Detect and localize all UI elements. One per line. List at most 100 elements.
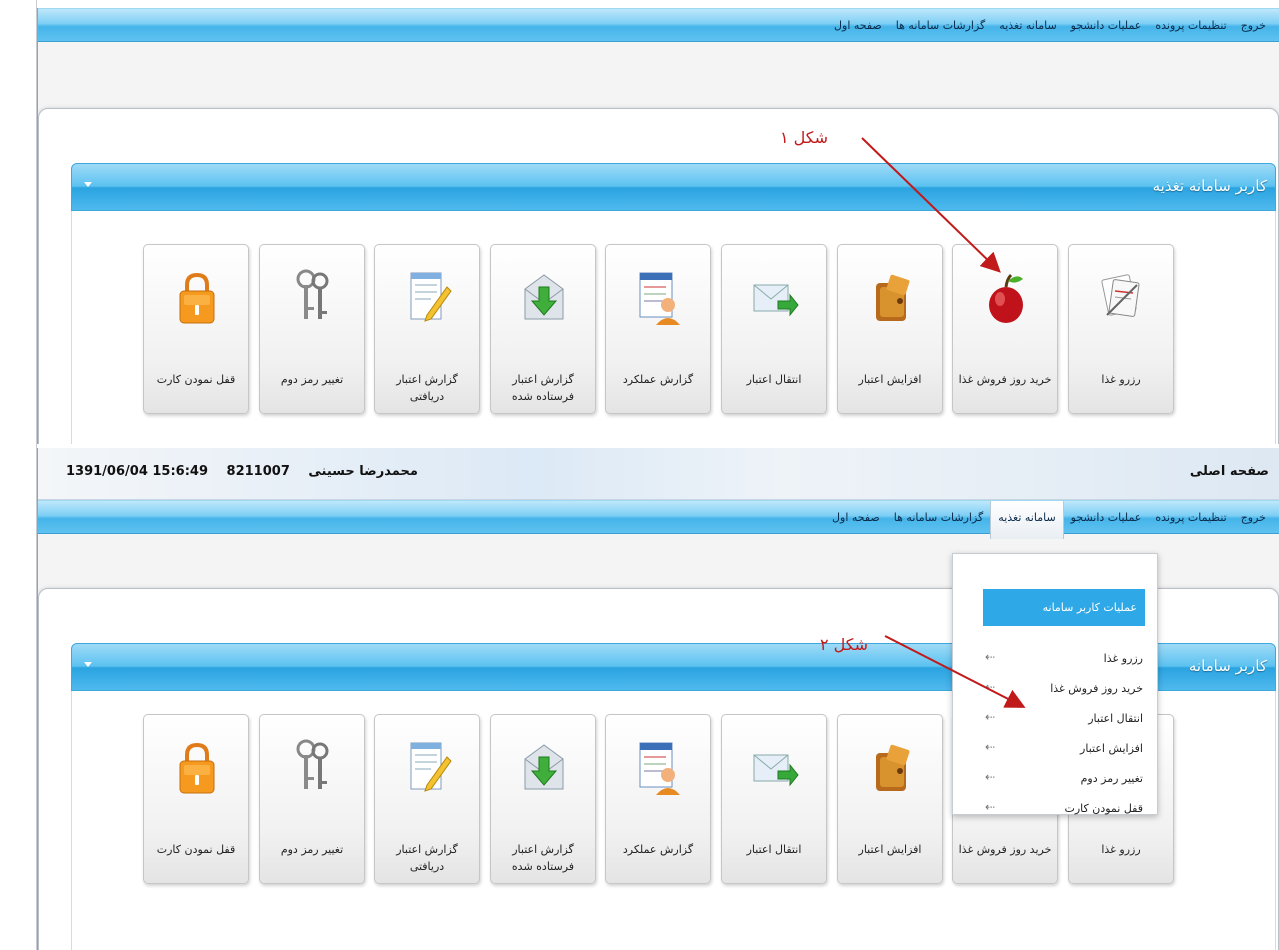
dropdown-header: عملیات کاربر سامانه: [983, 589, 1145, 626]
keys-icon: [288, 267, 338, 327]
menu-note-icon: [1097, 267, 1147, 327]
annotation-figure-2: شکل ۲: [820, 635, 869, 654]
apple-icon: [981, 267, 1031, 327]
tile-label: افزایش اعتبار: [858, 373, 922, 386]
window-frame: [0, 0, 37, 950]
keys-icon: [288, 737, 338, 797]
module-title: کاربر سامانه تغذیه: [1152, 177, 1267, 195]
tile-label: انتقال اعتبار: [746, 373, 802, 386]
dropdown-item-change-second-password[interactable]: ⇠ تغییر رمز دوم: [983, 764, 1151, 794]
nav-logout[interactable]: خروج: [1234, 9, 1273, 43]
tile-label: قفل نمودن کارت: [156, 373, 236, 386]
arrow-left-icon: ⇠: [985, 770, 996, 784]
dropdown-item-label: قفل نمودن کارت: [1064, 802, 1143, 815]
tile-mail-transfer[interactable]: انتقال اعتبار: [721, 714, 827, 884]
dropdown-item-label: افزایش اعتبار: [1080, 742, 1143, 755]
screenshot-figure-1: صفحه اول گزارشات سامانه ها سامانه تغذیه …: [37, 8, 1279, 444]
tile-envelope-download[interactable]: گزارش اعتبار فرستاده شده: [490, 244, 596, 414]
dropdown-item-increase-credit[interactable]: ⇠ افزایش اعتبار: [983, 734, 1151, 764]
tile-label: خرید روز فروش غذا: [958, 373, 1052, 386]
food-system-module: کاربر سامانه تغذیه رزرو غذا خرید روز فروش…: [71, 163, 1276, 444]
tile-keys[interactable]: تغییر رمز دوم: [259, 714, 365, 884]
tile-label: گزارش عملکرد: [622, 373, 694, 386]
arrow-left-icon: ⇠: [985, 710, 996, 724]
tile-apple[interactable]: خرید روز فروش غذا: [952, 244, 1058, 414]
tile-label: افزایش اعتبار: [858, 843, 922, 856]
tile-mail-transfer[interactable]: انتقال اعتبار: [721, 244, 827, 414]
module-body: رزرو غذا خرید روز فروش غذا افزایش اعتبار ان…: [71, 211, 1276, 444]
arrow-left-icon: ⇠: [985, 650, 996, 664]
dropdown-item-label: تغییر رمز دوم: [1080, 772, 1143, 785]
tile-label: انتقال اعتبار: [746, 843, 802, 856]
dropdown-item-lock-card[interactable]: ⇠ قفل نمودن کارت: [983, 794, 1151, 824]
nav-food-system[interactable]: سامانه تغذیه: [992, 9, 1063, 43]
tile-label: گزارش اعتبار دریافتی: [396, 843, 458, 873]
main-nav: صفحه اول گزارشات سامانه ها سامانه تغذیه …: [827, 9, 1273, 43]
dropdown-item-buy-same-day-food[interactable]: ⇠ خرید روز فروش غذا: [983, 674, 1151, 704]
user-name-text: محمدرضا حسینی: [308, 464, 418, 479]
user-info: 1391/06/04 15:6:49 8211007 محمدرضا حسینی: [66, 464, 432, 479]
tile-label: تغییر رمز دوم: [280, 373, 344, 386]
tile-lock[interactable]: قفل نمودن کارت: [143, 244, 249, 414]
nav-food-system[interactable]: سامانه تغذیه: [990, 501, 1064, 539]
dropdown-item-label: خرید روز فروش غذا: [1050, 682, 1143, 695]
user-id-text: 8211007: [226, 464, 290, 479]
collapse-icon[interactable]: [84, 662, 92, 667]
envelope-download-icon: [519, 267, 569, 327]
tile-wallet[interactable]: افزایش اعتبار: [837, 244, 943, 414]
tile-label: رزرو غذا: [1101, 373, 1141, 386]
user-report-icon: [634, 267, 684, 327]
tile-user-report[interactable]: گزارش عملکرد: [605, 714, 711, 884]
envelope-download-icon: [519, 737, 569, 797]
dropdown-item-transfer-credit[interactable]: ⇠ انتقال اعتبار: [983, 704, 1151, 734]
content-panel: کاربر سامانه تغذیه رزرو غذا خرید روز فروش…: [38, 108, 1279, 444]
nav-profile-settings[interactable]: تنظیمات پرونده: [1148, 9, 1233, 43]
nav-profile-settings[interactable]: تنظیمات پرونده: [1148, 501, 1233, 535]
nav-logout[interactable]: خروج: [1234, 501, 1273, 535]
module-header: کاربر سامانه تغذیه: [71, 163, 1276, 211]
document-edit-icon: [403, 267, 453, 327]
dropdown-item-label: رزرو غذا: [1103, 652, 1143, 665]
tile-keys[interactable]: تغییر رمز دوم: [259, 244, 365, 414]
tile-document-edit[interactable]: گزارش اعتبار دریافتی: [374, 244, 480, 414]
nav-home[interactable]: صفحه اول: [827, 9, 889, 43]
tile-menu-note[interactable]: رزرو غذا: [1068, 244, 1174, 414]
arrow-left-icon: ⇠: [985, 800, 996, 814]
nav-system-reports[interactable]: گزارشات سامانه ها: [887, 501, 991, 535]
nav-home[interactable]: صفحه اول: [825, 501, 887, 535]
annotation-figure-1: شکل ۱: [780, 128, 829, 147]
tile-label: تغییر رمز دوم: [280, 843, 344, 856]
collapse-icon[interactable]: [84, 182, 92, 187]
nav-student-operations[interactable]: عملیات دانشجو: [1064, 501, 1149, 535]
page-title: صفحه اصلی: [1189, 464, 1269, 479]
arrow-left-icon: ⇠: [985, 740, 996, 754]
tile-label: رزرو غذا: [1101, 843, 1141, 856]
module-title: کاربر سامانه: [1188, 657, 1267, 675]
dropdown-item-label: انتقال اعتبار: [1088, 712, 1143, 725]
tile-document-edit[interactable]: گزارش اعتبار دریافتی: [374, 714, 480, 884]
dropdown-item-reserve-food[interactable]: ⇠ رزرو غذا: [983, 644, 1151, 674]
tile-wallet[interactable]: افزایش اعتبار: [837, 714, 943, 884]
tile-user-report[interactable]: گزارش عملکرد: [605, 244, 711, 414]
food-system-dropdown: عملیات کاربر سامانه ⇠ رزرو غذا ⇠ خرید رو…: [952, 553, 1158, 815]
tile-label: خرید روز فروش غذا: [958, 843, 1052, 856]
datetime-text: 1391/06/04 15:6:49: [66, 464, 209, 479]
wallet-icon: [866, 737, 916, 797]
arrow-left-icon: ⇠: [985, 680, 996, 694]
top-nav-bar: صفحه اول گزارشات سامانه ها سامانه تغذیه …: [38, 8, 1279, 42]
mail-transfer-icon: [750, 737, 800, 797]
top-nav-bar: صفحه اول گزارشات سامانه ها سامانه تغذیه …: [38, 500, 1279, 539]
lock-icon: [172, 737, 222, 797]
user-report-icon: [634, 737, 684, 797]
tile-label: گزارش عملکرد: [622, 843, 694, 856]
main-nav: صفحه اول گزارشات سامانه ها سامانه تغذیه …: [825, 501, 1273, 539]
lock-icon: [172, 267, 222, 327]
mail-transfer-icon: [750, 267, 800, 327]
title-bar: صفحه اصلی 1391/06/04 15:6:49 8211007 محم…: [38, 448, 1279, 500]
nav-student-operations[interactable]: عملیات دانشجو: [1064, 9, 1149, 43]
tile-label: قفل نمودن کارت: [156, 843, 236, 856]
nav-system-reports[interactable]: گزارشات سامانه ها: [889, 9, 993, 43]
tile-envelope-download[interactable]: گزارش اعتبار فرستاده شده: [490, 714, 596, 884]
tile-lock[interactable]: قفل نمودن کارت: [143, 714, 249, 884]
tile-label: گزارش اعتبار دریافتی: [396, 373, 458, 403]
